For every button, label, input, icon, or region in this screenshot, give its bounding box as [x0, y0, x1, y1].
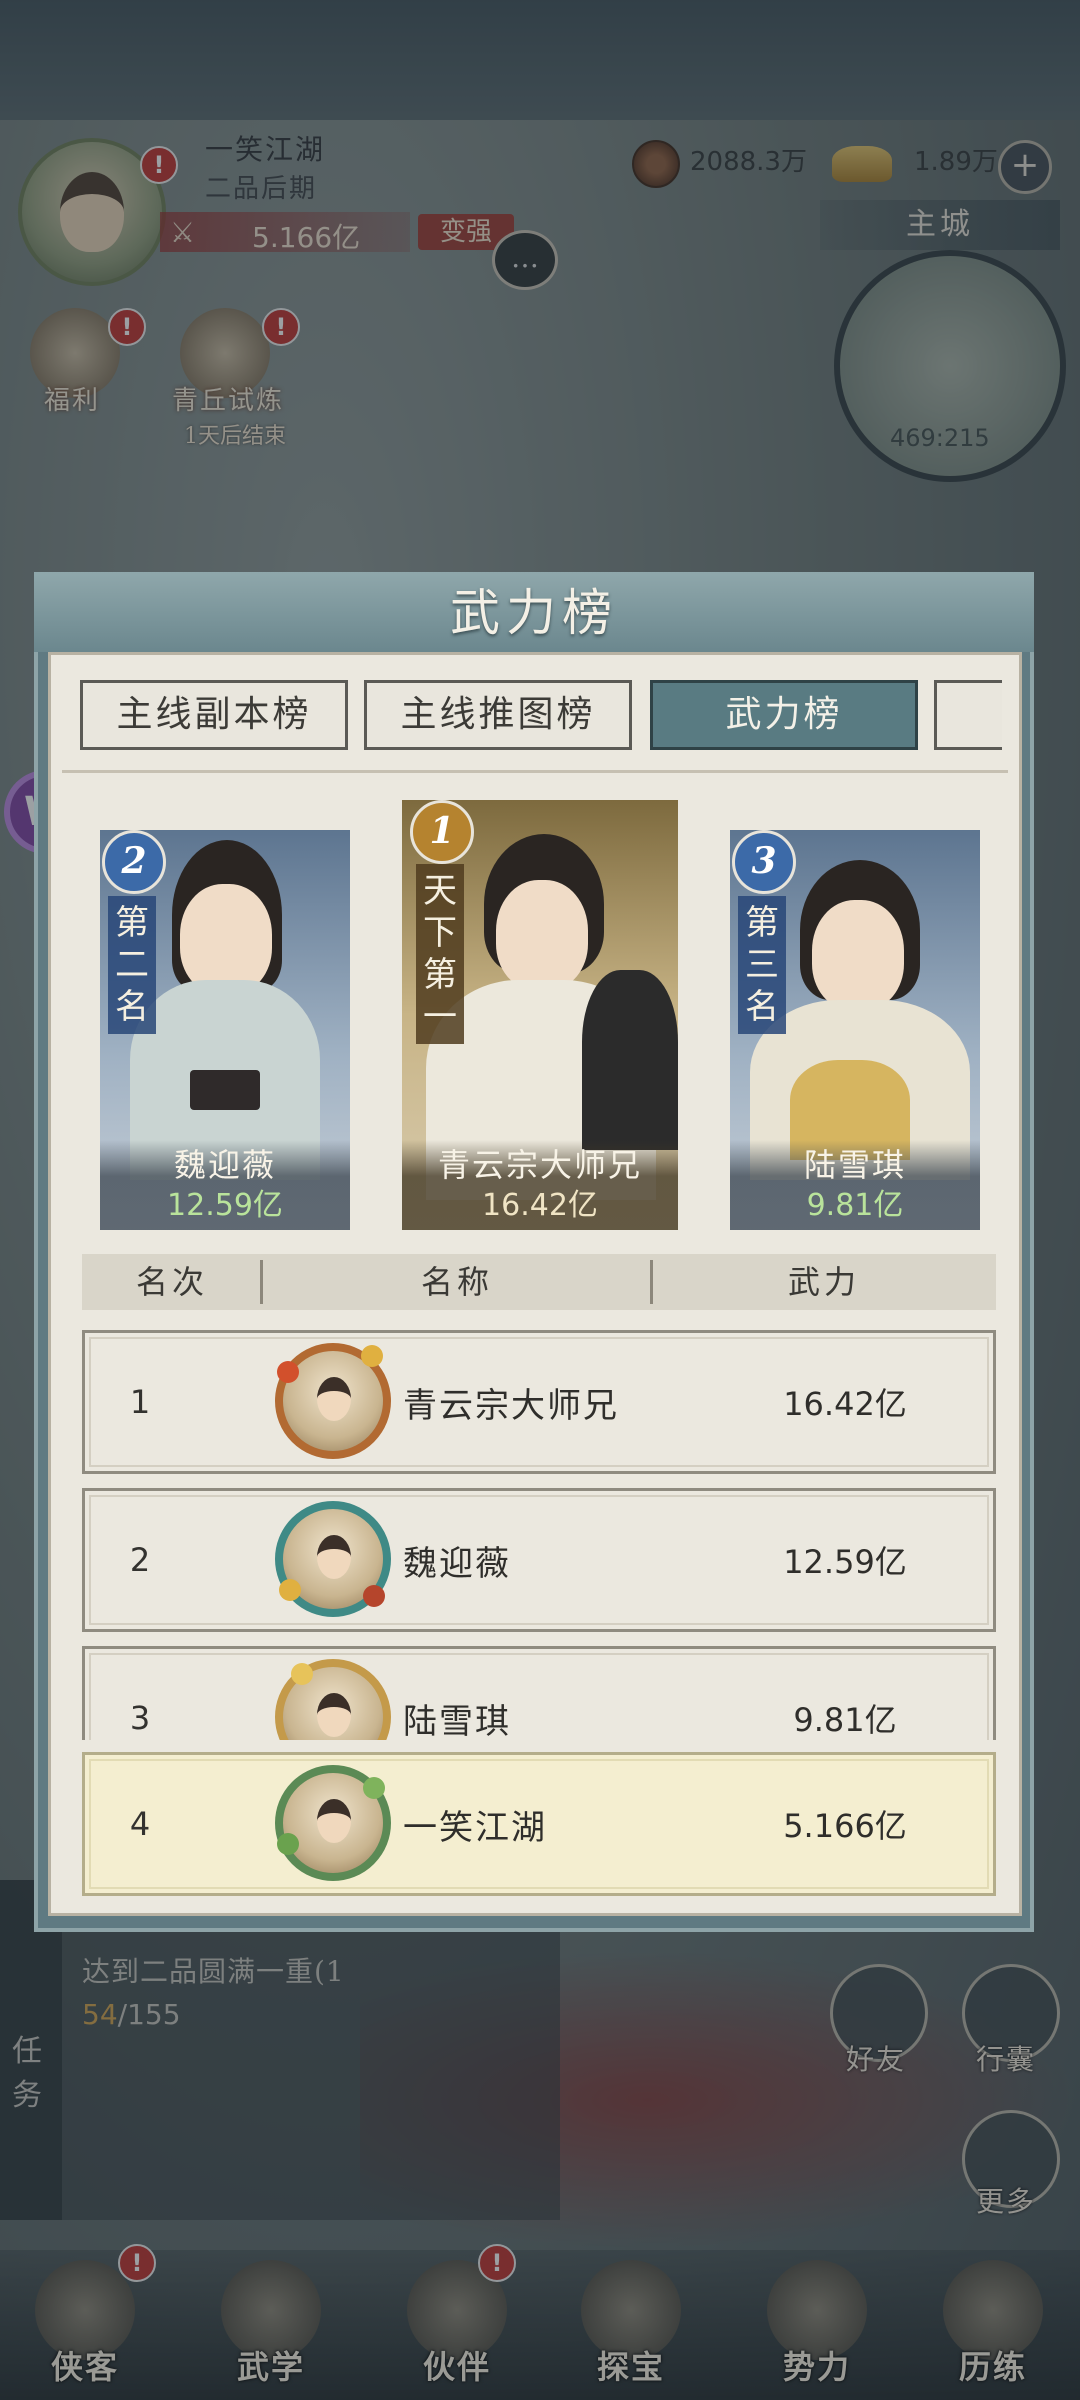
header-power: 武力	[787, 1263, 860, 1301]
podium-power: 9.81亿	[806, 1188, 904, 1223]
header-name: 名称	[420, 1263, 493, 1301]
row-name: 一笑江湖	[403, 1807, 547, 1848]
tab-main-dungeon-rank[interactable]: 主线副本榜	[80, 680, 348, 750]
tab-main-progress-rank[interactable]: 主线推图榜	[364, 680, 632, 750]
row-name: 魏迎薇	[403, 1543, 511, 1584]
row-power: 12.59亿	[783, 1543, 907, 1581]
header-rank: 名次	[135, 1263, 208, 1301]
rank-title-first: 天下第一	[416, 864, 464, 1044]
row-power: 5.166亿	[783, 1807, 907, 1845]
my-rank-row[interactable]: 4 一笑江湖 5.166亿	[82, 1752, 996, 1896]
row-rank: 4	[129, 1805, 151, 1843]
row-power: 9.81亿	[793, 1701, 897, 1739]
row-name: 青云宗大师兄	[403, 1385, 619, 1426]
table-row[interactable]: 1 青云宗大师兄 16.42亿	[82, 1330, 996, 1474]
rank-title-second: 第二名	[108, 896, 156, 1034]
rank-badge-2: 2	[102, 830, 166, 894]
rank-badge-3: 3	[732, 830, 796, 894]
player-avatar-frame[interactable]	[275, 1765, 391, 1881]
row-rank: 2	[129, 1541, 151, 1579]
character-portrait	[812, 900, 904, 1010]
player-avatar-frame[interactable]	[275, 1343, 391, 1459]
tab-divider	[62, 770, 1008, 773]
row-rank: 3	[129, 1699, 151, 1737]
rank-title-third: 第三名	[738, 896, 786, 1034]
character-portrait	[180, 884, 272, 994]
table-row[interactable]: 3 陆雪琪 9.81亿	[82, 1646, 996, 1740]
ranking-list[interactable]: 1 青云宗大师兄 16.42亿 2 魏迎薇 12.59亿 3 陆雪琪 9.81亿	[82, 1330, 996, 1740]
row-rank: 1	[129, 1383, 151, 1421]
table-row[interactable]: 2 魏迎薇 12.59亿	[82, 1488, 996, 1632]
character-portrait	[496, 880, 588, 990]
podium-power: 16.42亿	[482, 1188, 598, 1223]
rank-badge-1: 1	[410, 800, 474, 864]
podium-power: 12.59亿	[167, 1188, 283, 1223]
player-avatar-frame[interactable]	[275, 1501, 391, 1617]
ranking-modal-title: 武力榜	[450, 584, 618, 642]
row-name: 陆雪琪	[403, 1701, 511, 1741]
player-avatar-frame[interactable]	[275, 1659, 391, 1740]
row-power: 16.42亿	[783, 1385, 907, 1423]
tab-more-hidden[interactable]	[934, 680, 1002, 750]
tab-power-rank[interactable]: 武力榜	[650, 680, 918, 750]
